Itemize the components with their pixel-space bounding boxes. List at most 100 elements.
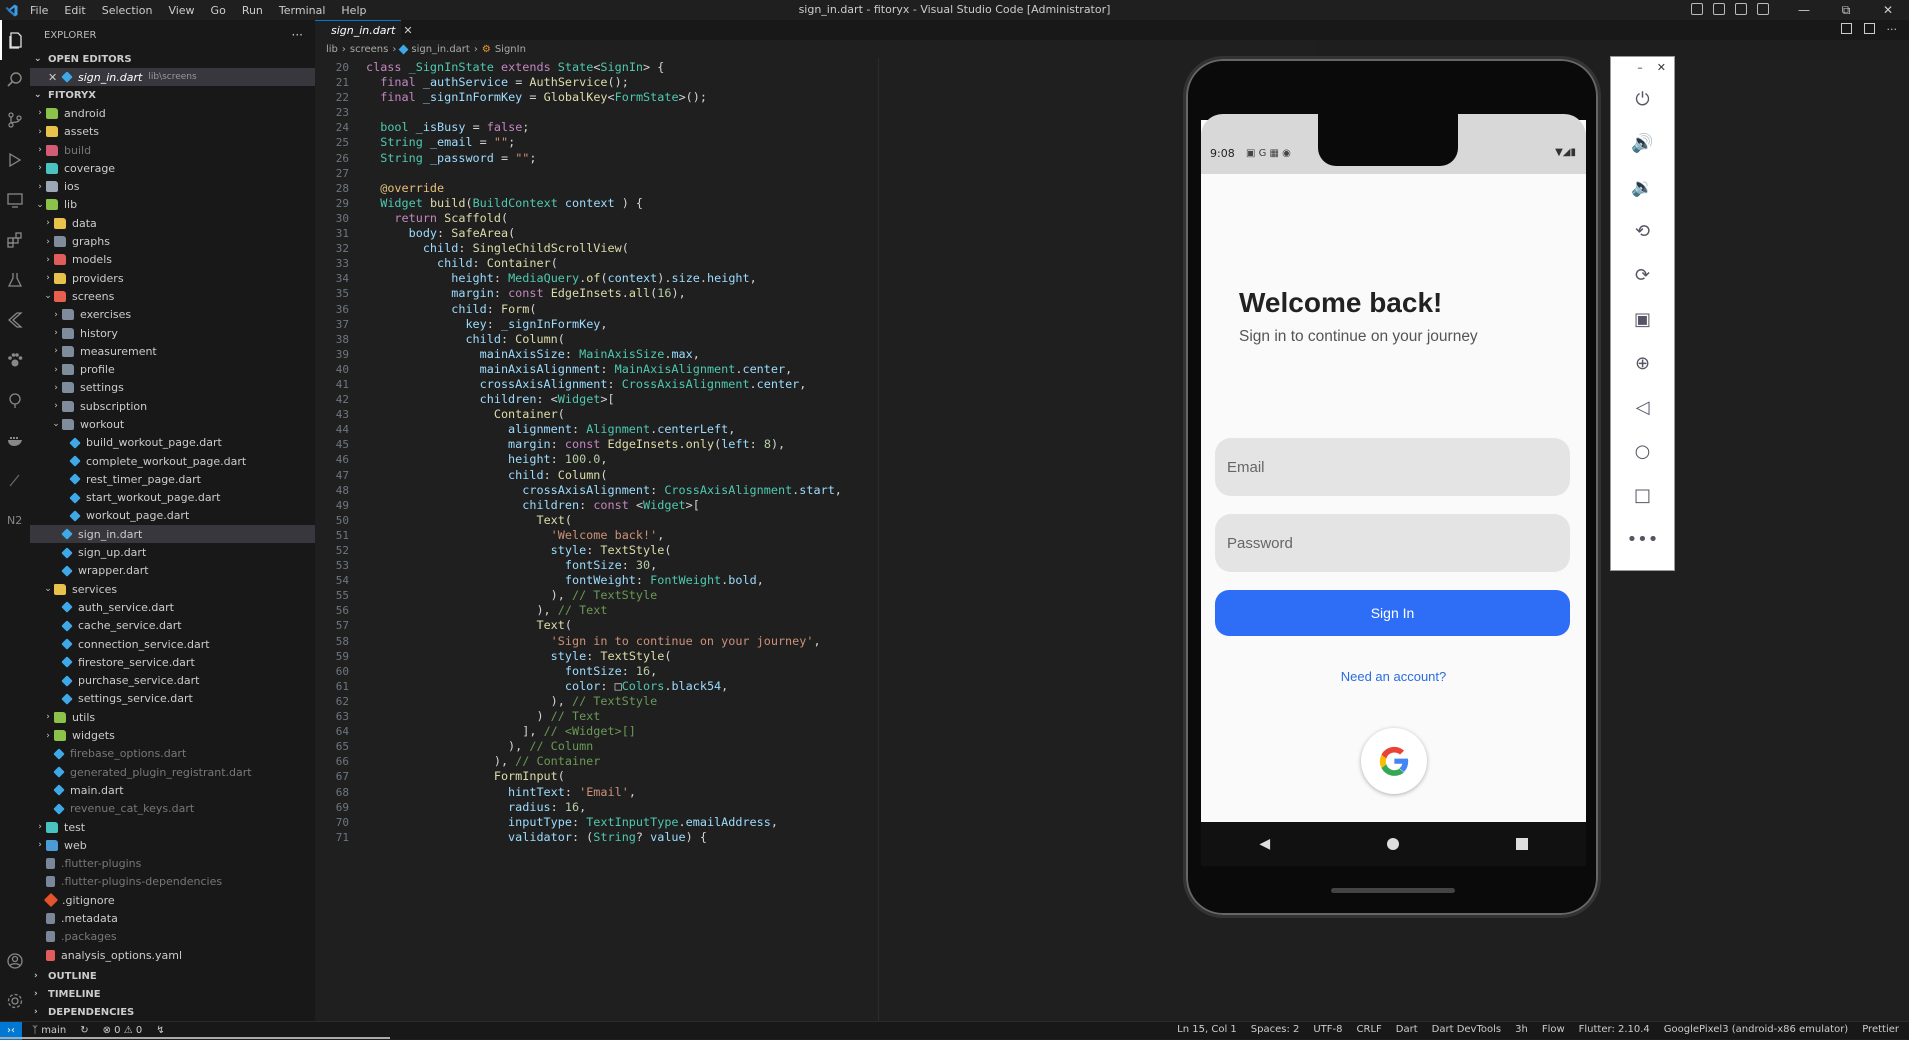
password-field[interactable]: Password bbox=[1215, 514, 1570, 572]
breadcrumb-lib[interactable]: lib bbox=[326, 44, 338, 55]
code-line[interactable]: mainAxisSize: MainAxisSize.max, bbox=[366, 347, 842, 362]
file-item[interactable]: .flutter-plugins-dependencies bbox=[30, 873, 315, 891]
rotate-left-icon[interactable]: ⟲ bbox=[1611, 209, 1674, 253]
code-line[interactable]: child: Container( bbox=[366, 256, 842, 271]
folder-item[interactable]: ⌄ workout bbox=[30, 415, 315, 433]
project-section[interactable]: ⌄ FITORYX bbox=[30, 86, 315, 104]
close-icon[interactable]: ✕ bbox=[1867, 3, 1909, 17]
restore-icon[interactable]: ⧉ bbox=[1825, 3, 1867, 18]
toggle-primary-sidebar-icon[interactable] bbox=[1691, 3, 1703, 15]
folder-item[interactable]: ⌄ screens bbox=[30, 287, 315, 305]
code-line[interactable]: bool _isBusy = false; bbox=[366, 120, 842, 135]
folder-item[interactable]: › history bbox=[30, 324, 315, 342]
code-line[interactable]: ], // <Widget>[] bbox=[366, 724, 842, 739]
file-item[interactable]: complete_workout_page.dart bbox=[30, 452, 315, 470]
code-line[interactable]: 'Welcome back!', bbox=[366, 528, 842, 543]
file-item[interactable]: workout_page.dart bbox=[30, 507, 315, 525]
volume-up-icon[interactable]: 🔊 bbox=[1611, 121, 1674, 165]
open-editor-item[interactable]: ✕ sign_in.dart lib\screens bbox=[30, 68, 315, 87]
menu-file[interactable]: File bbox=[22, 4, 56, 17]
file-item[interactable]: .flutter-plugins bbox=[30, 854, 315, 872]
docker-icon[interactable] bbox=[0, 420, 30, 460]
code-line[interactable]: fontSize: 16, bbox=[366, 664, 842, 679]
search-icon[interactable] bbox=[0, 60, 30, 100]
code-line[interactable]: color: □Colors.black54, bbox=[366, 679, 842, 694]
folder-item[interactable]: › assets bbox=[30, 123, 315, 141]
code-line[interactable]: child: Form( bbox=[366, 302, 842, 317]
problems-indicator[interactable]: ⊗ 0 ⚠ 0 bbox=[103, 1025, 143, 1036]
more-icon[interactable]: ••• bbox=[1611, 517, 1674, 561]
file-item[interactable]: .packages bbox=[30, 928, 315, 946]
file-item[interactable]: settings_service.dart bbox=[30, 690, 315, 708]
menu-terminal[interactable]: Terminal bbox=[271, 4, 334, 17]
split-editor-icon[interactable] bbox=[1863, 23, 1875, 34]
folder-item[interactable]: › coverage bbox=[30, 159, 315, 177]
status-item[interactable]: UTF-8 bbox=[1313, 1024, 1342, 1035]
code-line[interactable]: String _password = ""; bbox=[366, 151, 842, 166]
extensions-icon[interactable] bbox=[0, 220, 30, 260]
folder-item[interactable]: ⌄ lib bbox=[30, 196, 315, 214]
folder-item[interactable]: › subscription bbox=[30, 397, 315, 415]
code-line[interactable]: FormInput( bbox=[366, 769, 842, 784]
email-field[interactable]: Email bbox=[1215, 438, 1570, 496]
explorer-icon[interactable] bbox=[0, 20, 30, 60]
code-line[interactable]: ), // TextStyle bbox=[366, 588, 842, 603]
menu-selection[interactable]: Selection bbox=[94, 4, 161, 17]
file-item[interactable]: rest_timer_page.dart bbox=[30, 470, 315, 488]
code-line[interactable]: fontSize: 30, bbox=[366, 558, 842, 573]
sign-in-button[interactable]: Sign In bbox=[1215, 590, 1570, 636]
code-line[interactable]: body: SafeArea( bbox=[366, 226, 842, 241]
menu-edit[interactable]: Edit bbox=[56, 4, 93, 17]
folder-item[interactable]: › exercises bbox=[30, 306, 315, 324]
folder-item[interactable]: › web bbox=[30, 836, 315, 854]
toggle-panel-icon[interactable] bbox=[1713, 3, 1725, 15]
code-line[interactable]: @override bbox=[366, 181, 842, 196]
zoom-icon[interactable]: ⊕ bbox=[1611, 341, 1674, 385]
code-line[interactable]: ), // Container bbox=[366, 754, 842, 769]
folder-item[interactable]: › profile bbox=[30, 360, 315, 378]
folder-item[interactable]: › settings bbox=[30, 379, 315, 397]
folder-item[interactable]: › build bbox=[30, 141, 315, 159]
code-line[interactable]: mainAxisAlignment: MainAxisAlignment.cen… bbox=[366, 362, 842, 377]
breadcrumb-file[interactable]: sign_in.dart bbox=[411, 44, 469, 55]
file-item[interactable]: revenue_cat_keys.dart bbox=[30, 800, 315, 818]
account-icon[interactable] bbox=[0, 941, 30, 981]
code-line[interactable]: Text( bbox=[366, 513, 842, 528]
status-item[interactable]: Dart DevTools bbox=[1432, 1024, 1501, 1035]
menu-help[interactable]: Help bbox=[333, 4, 374, 17]
remote-explorer-icon[interactable] bbox=[0, 180, 30, 220]
volume-down-icon[interactable]: 🔉 bbox=[1611, 165, 1674, 209]
code-line[interactable]: ) // Text bbox=[366, 709, 842, 724]
code-line[interactable]: hintText: 'Email', bbox=[366, 785, 842, 800]
overview-icon[interactable]: □ bbox=[1611, 473, 1674, 517]
code-line[interactable]: Widget build(BuildContext context ) { bbox=[366, 196, 842, 211]
folder-item[interactable]: › models bbox=[30, 251, 315, 269]
power-icon[interactable]: ⏻ bbox=[1611, 77, 1674, 121]
nav-home-icon[interactable] bbox=[1386, 838, 1399, 850]
timeline-section[interactable]: › TIMELINE bbox=[30, 985, 315, 1003]
folder-item[interactable]: ⌄ services bbox=[30, 580, 315, 598]
folder-item[interactable]: › ios bbox=[30, 177, 315, 195]
folder-item[interactable]: › utils bbox=[30, 708, 315, 726]
flutter-icon[interactable] bbox=[0, 300, 30, 340]
code-line[interactable]: fontWeight: FontWeight.bold, bbox=[366, 573, 842, 588]
code-line[interactable]: height: MediaQuery.of(context).size.heig… bbox=[366, 271, 842, 286]
code-line[interactable]: ), // Text bbox=[366, 603, 842, 618]
dependencies-section[interactable]: › DEPENDENCIES bbox=[30, 1003, 315, 1021]
folder-item[interactable]: › test bbox=[30, 818, 315, 836]
source-control-icon[interactable] bbox=[0, 100, 30, 140]
status-item[interactable]: Prettier bbox=[1862, 1024, 1899, 1035]
close-editor-icon[interactable]: ✕ bbox=[48, 71, 62, 84]
code-line[interactable]: final _signInFormKey = GlobalKey<FormSta… bbox=[366, 90, 842, 105]
code-line[interactable]: child: Column( bbox=[366, 468, 842, 483]
back-icon[interactable]: ◁ bbox=[1611, 385, 1674, 429]
emulator-minimize-icon[interactable]: – bbox=[1637, 61, 1643, 74]
customize-layout-icon[interactable] bbox=[1757, 3, 1769, 15]
open-changes-icon[interactable] bbox=[1840, 23, 1852, 34]
code-line[interactable]: class _SignInState extends State<SignIn>… bbox=[366, 60, 842, 75]
code-line[interactable]: margin: const EdgeInsets.all(16), bbox=[366, 286, 842, 301]
more-actions-icon[interactable]: ··· bbox=[1887, 23, 1898, 36]
folder-item[interactable]: › graphs bbox=[30, 232, 315, 250]
home-icon[interactable]: ○ bbox=[1611, 429, 1674, 473]
camera-icon[interactable]: ▣ bbox=[1611, 297, 1674, 341]
